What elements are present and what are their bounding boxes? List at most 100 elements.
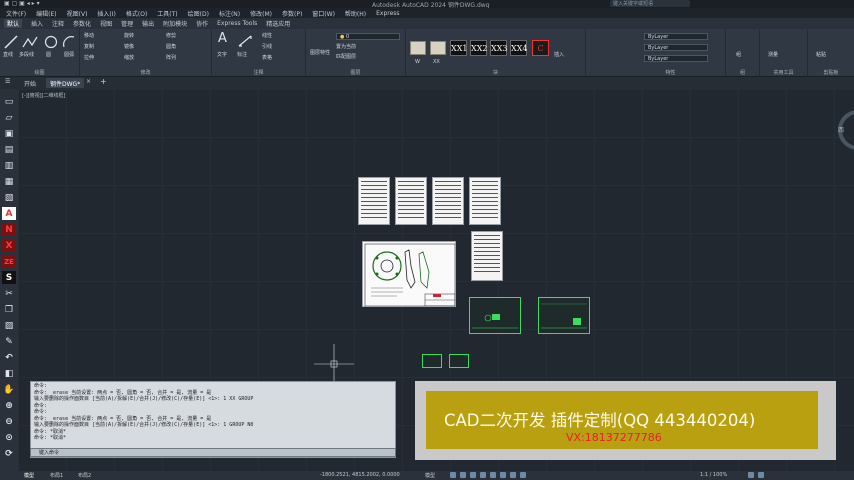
lineweight-combo[interactable]: ByLayer bbox=[644, 55, 708, 62]
ribbon-tab[interactable]: 注释 bbox=[52, 19, 64, 28]
ribbon-tab[interactable]: 附加模块 bbox=[163, 19, 187, 28]
customize-icon[interactable] bbox=[758, 472, 764, 478]
block-thumb-w[interactable] bbox=[410, 41, 426, 55]
quick-access-toolbar[interactable]: ▣ ▢ ▣ ◂ ▸ ▾ bbox=[4, 0, 40, 7]
block-thumb-xx4[interactable]: XX4 bbox=[510, 40, 527, 56]
cut-icon[interactable]: ✂ bbox=[2, 287, 16, 300]
fillet-tool[interactable]: 圆角 bbox=[166, 43, 176, 50]
zoom-previous-icon[interactable]: ⊙ bbox=[2, 431, 16, 444]
search-input[interactable]: 键入关键字或短语 bbox=[610, 0, 690, 7]
layout1-tab[interactable]: 布局1 bbox=[50, 472, 63, 479]
table-sheet[interactable] bbox=[395, 177, 427, 225]
ribbon-tab[interactable]: Express Tools bbox=[217, 20, 257, 27]
new-file-icon[interactable]: ▭ bbox=[2, 95, 16, 108]
menu-item[interactable]: 格式(O) bbox=[126, 9, 147, 18]
leader-tool[interactable]: 引线 bbox=[262, 43, 272, 50]
command-line-input[interactable]: 键入命令 bbox=[30, 448, 396, 457]
save-icon[interactable]: ▣ bbox=[2, 127, 16, 140]
annotation-scale[interactable]: 1:1 / 100% bbox=[700, 472, 727, 478]
layout-frame[interactable] bbox=[422, 354, 442, 368]
table-sheet[interactable] bbox=[432, 177, 464, 225]
otrack-icon[interactable] bbox=[500, 472, 506, 478]
copy-tool[interactable]: 复制 bbox=[84, 43, 94, 50]
plot-icon[interactable]: ▥ bbox=[2, 159, 16, 172]
text-icon[interactable]: A bbox=[218, 31, 227, 46]
block-thumb-xx1[interactable]: XX1 bbox=[450, 40, 467, 56]
regen-icon[interactable]: ⟳ bbox=[2, 447, 16, 460]
ribbon-tab[interactable]: 输出 bbox=[142, 19, 154, 28]
match-layer-tool[interactable]: 匹配图层 bbox=[336, 53, 356, 60]
array-tool[interactable]: 阵列 bbox=[166, 54, 176, 61]
menu-item[interactable]: 编辑(E) bbox=[36, 9, 56, 18]
new-tab-icon[interactable]: + bbox=[100, 77, 107, 86]
menu-item[interactable]: 修改(M) bbox=[250, 9, 272, 18]
menu-icon[interactable]: ☰ bbox=[5, 78, 10, 85]
move-tool[interactable]: 移动 bbox=[84, 32, 94, 39]
match-properties-icon[interactable]: ✎ bbox=[2, 335, 16, 348]
grid-icon[interactable] bbox=[450, 472, 456, 478]
color-combo[interactable]: ByLayer bbox=[644, 33, 708, 40]
osnap-icon[interactable] bbox=[490, 472, 496, 478]
ribbon-tab[interactable]: 协作 bbox=[196, 19, 208, 28]
export-icon[interactable]: ▧ bbox=[2, 191, 16, 204]
linetype-combo[interactable]: ByLayer bbox=[644, 44, 708, 51]
close-tab-icon[interactable]: × bbox=[86, 78, 91, 85]
layer-state-icon[interactable]: ◧ bbox=[2, 367, 16, 380]
arc-tool-label[interactable]: 圆弧 bbox=[64, 51, 74, 58]
menu-item[interactable]: 绘图(D) bbox=[188, 9, 209, 18]
palette-x-icon[interactable]: X bbox=[2, 239, 16, 252]
ribbon-tab[interactable]: 管理 bbox=[121, 19, 133, 28]
lineweight-icon[interactable] bbox=[510, 472, 516, 478]
table-sheet[interactable] bbox=[469, 177, 501, 225]
palette-ze-icon[interactable]: ZE bbox=[2, 255, 16, 268]
mirror-tool[interactable]: 镜像 bbox=[124, 43, 134, 50]
snap-icon[interactable] bbox=[460, 472, 466, 478]
open-file-icon[interactable]: ▱ bbox=[2, 111, 16, 124]
copy-icon[interactable]: ❐ bbox=[2, 303, 16, 316]
block-thumb-c[interactable]: C bbox=[532, 40, 549, 56]
layout-frame[interactable] bbox=[449, 354, 469, 368]
menu-item[interactable]: 文件(F) bbox=[6, 9, 26, 18]
table-sheet[interactable] bbox=[358, 177, 390, 225]
block-thumb-xx[interactable] bbox=[430, 41, 446, 55]
dimension-tool-label[interactable]: 标注 bbox=[237, 51, 247, 58]
tab-start[interactable]: 开始 bbox=[20, 78, 40, 88]
layout2-tab[interactable]: 布局2 bbox=[78, 472, 91, 479]
ribbon-tab[interactable]: 插入 bbox=[31, 19, 43, 28]
table-tool[interactable]: 表格 bbox=[262, 54, 272, 61]
block-thumb-xx2[interactable]: XX2 bbox=[470, 40, 487, 56]
ribbon-tab[interactable]: 默认 bbox=[4, 19, 23, 28]
layer-properties-tool[interactable]: 图层特性 bbox=[310, 49, 330, 56]
trim-tool[interactable]: 修剪 bbox=[166, 32, 176, 39]
ribbon-tab[interactable]: 精选应用 bbox=[266, 19, 290, 28]
model-tab[interactable]: 模型 bbox=[24, 472, 34, 479]
layout-frame[interactable] bbox=[469, 297, 521, 334]
polyline-tool-label[interactable]: 多段线 bbox=[19, 51, 34, 58]
measure-tool[interactable]: 测量 bbox=[768, 51, 778, 58]
group-tool[interactable]: 组 bbox=[736, 51, 741, 58]
dimension-icon[interactable] bbox=[238, 34, 252, 48]
set-current-tool[interactable]: 置为当前 bbox=[336, 43, 356, 50]
transparency-icon[interactable] bbox=[520, 472, 526, 478]
layout-frame[interactable] bbox=[538, 297, 590, 334]
menu-item[interactable]: 帮助(H) bbox=[345, 9, 366, 18]
stretch-tool[interactable]: 拉伸 bbox=[84, 54, 94, 61]
circle-tool-label[interactable]: 圆 bbox=[46, 51, 51, 58]
line-icon[interactable] bbox=[4, 35, 18, 49]
menu-item[interactable]: 参数(P) bbox=[282, 9, 302, 18]
rotate-tool[interactable]: 旋转 bbox=[124, 32, 134, 39]
text-tool-label[interactable]: 文字 bbox=[217, 51, 227, 58]
table-sheet[interactable] bbox=[471, 231, 503, 281]
zoom-window-icon[interactable]: ⊖ bbox=[2, 415, 16, 428]
part-drawing-sheet[interactable] bbox=[362, 241, 456, 307]
line-tool-label[interactable]: 直线 bbox=[3, 51, 13, 58]
publish-icon[interactable]: ▦ bbox=[2, 175, 16, 188]
block-thumb-xx3[interactable]: XX3 bbox=[490, 40, 507, 56]
layer-combo[interactable]: ● 0 bbox=[336, 33, 400, 40]
menu-item[interactable]: Express bbox=[376, 10, 399, 17]
linear-tool[interactable]: 线性 bbox=[262, 32, 272, 39]
model-space-toggle[interactable]: 模型 bbox=[425, 472, 435, 479]
zoom-realtime-icon[interactable]: ⊕ bbox=[2, 399, 16, 412]
menu-item[interactable]: 视图(V) bbox=[67, 9, 88, 18]
paste-tool[interactable]: 粘贴 bbox=[816, 51, 826, 58]
